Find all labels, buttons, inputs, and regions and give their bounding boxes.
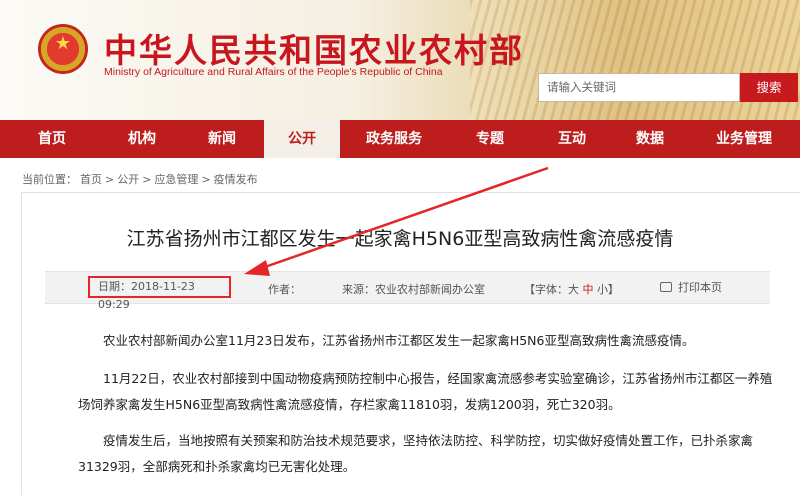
breadcrumb-item-epidemic[interactable]: 疫情发布 <box>214 173 258 186</box>
breadcrumb-separator: > <box>105 173 115 186</box>
nav-item-interaction[interactable]: 互动 <box>532 120 612 158</box>
nav-item-topics[interactable]: 专题 <box>448 120 532 158</box>
print-button[interactable]: 打印本页 <box>660 279 722 295</box>
nav-item-government-services[interactable]: 政务服务 <box>340 120 448 158</box>
article-date: 日期：2018-11-23 09:29 <box>88 276 231 311</box>
nav-item-home[interactable]: 首页 <box>0 120 104 158</box>
site-header: ★ 中华人民共和国农业农村部 Ministry of Agriculture a… <box>0 0 800 120</box>
article-paragraph: 11月22日，农业农村部接到中国动物疫病预防控制中心报告，经国家禽流感参考实验室… <box>78 371 773 412</box>
font-size-label: 【字体： <box>524 283 568 296</box>
nav-item-business-management[interactable]: 业务管理 <box>688 120 800 158</box>
nav-item-news[interactable]: 新闻 <box>180 120 264 158</box>
main-nav: 首页 机构 新闻 公开 政务服务 专题 互动 数据 业务管理 <box>0 120 800 158</box>
breadcrumb: 当前位置： 首页 > 公开 > 应急管理 > 疫情发布 <box>22 171 261 187</box>
breadcrumb-item-emergency[interactable]: 应急管理 <box>154 173 198 186</box>
print-label: 打印本页 <box>678 281 722 294</box>
breadcrumb-separator: > <box>142 173 152 186</box>
nav-item-organization[interactable]: 机构 <box>104 120 180 158</box>
breadcrumb-prefix: 当前位置： <box>22 173 77 186</box>
site-subtitle: Ministry of Agriculture and Rural Affair… <box>104 66 443 78</box>
search-button[interactable]: 搜索 <box>740 73 798 102</box>
article-author: 作者： <box>268 283 301 296</box>
breadcrumb-item-home[interactable]: 首页 <box>80 173 102 186</box>
search-input[interactable]: 请输入关键词 <box>538 73 740 102</box>
article-paragraph: 农业农村部新闻办公室11月23日发布，江苏省扬州市江都区发生一起家禽H5N6亚型… <box>103 333 695 348</box>
printer-icon <box>660 282 672 292</box>
article-paragraph: 疫情发生后，当地按照有关预案和防治技术规范要求，坚持依法防控、科学防控，切实做好… <box>78 433 754 474</box>
font-size-small[interactable]: 小】 <box>597 283 619 296</box>
breadcrumb-item-public[interactable]: 公开 <box>117 173 139 186</box>
site-title[interactable]: 中华人民共和国农业农村部 <box>104 24 524 72</box>
national-emblem-icon[interactable]: ★ <box>38 24 88 74</box>
nav-item-data[interactable]: 数据 <box>612 120 688 158</box>
font-size-large[interactable]: 大 <box>568 283 579 296</box>
article-title: 江苏省扬州市江都区发生一起家禽H5N6亚型高致病性禽流感疫情 <box>126 228 674 250</box>
nav-item-public[interactable]: 公开 <box>264 120 340 158</box>
breadcrumb-separator: > <box>201 173 211 186</box>
font-size-control: 【字体：大 中 小】 <box>524 281 619 297</box>
article-source: 来源：农业农村部新闻办公室 <box>342 283 485 296</box>
font-size-medium[interactable]: 中 <box>583 283 594 296</box>
